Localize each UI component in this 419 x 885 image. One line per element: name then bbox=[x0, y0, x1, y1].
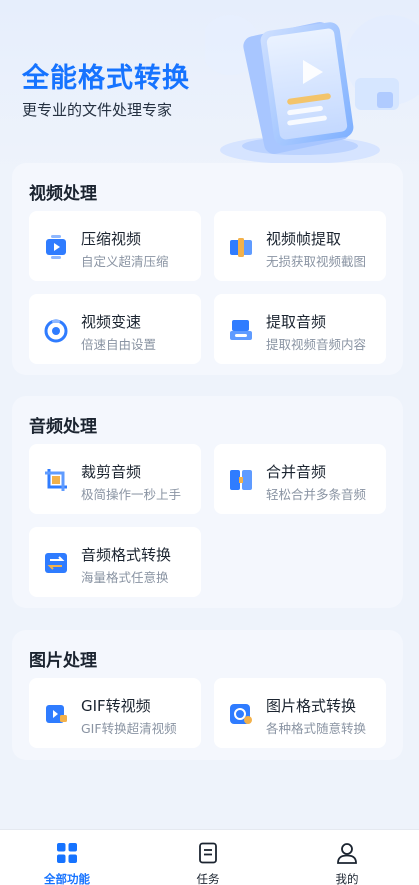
user-icon bbox=[337, 843, 357, 864]
tile-desc: 海量格式任意换 bbox=[81, 570, 169, 585]
tile-name: 裁剪音频 bbox=[81, 463, 142, 481]
task-icon bbox=[199, 842, 217, 864]
tile-desc: 轻松合并多条音频 bbox=[266, 487, 367, 502]
section-title: 图片处理 bbox=[29, 651, 97, 671]
merge-audio-tile[interactable]: 合并音频 轻松合并多条音频 bbox=[214, 444, 386, 514]
grid-icon bbox=[57, 843, 77, 863]
tile-name: 图片格式转换 bbox=[266, 697, 357, 715]
tile-desc: 无损获取视频截图 bbox=[266, 254, 367, 269]
tab-tasks[interactable]: 任务 bbox=[168, 830, 248, 885]
video-frame-icon bbox=[230, 238, 252, 257]
video-speed-tile[interactable]: 视频变速 倍速自由设置 bbox=[29, 294, 201, 364]
extract-audio-icon bbox=[230, 320, 252, 340]
tab-label: 我的 bbox=[335, 872, 359, 885]
tile-desc: 自定义超清压缩 bbox=[81, 254, 169, 269]
tab-all-features[interactable]: 全部功能 bbox=[27, 830, 107, 885]
tile-name: 音频格式转换 bbox=[81, 546, 172, 564]
cut-audio-tile[interactable]: 裁剪音频 极简操作一秒上手 bbox=[29, 444, 201, 514]
tile-name: GIF转视频 bbox=[81, 697, 151, 715]
tile-name: 视频变速 bbox=[81, 313, 142, 331]
hero-banner: 全能格式转换 更专业的文件处理专家 bbox=[0, 0, 419, 175]
phone-illustration bbox=[205, 15, 419, 164]
bottom-tab-bar: 全部功能 任务 我的 bbox=[0, 829, 419, 885]
video-frame-tile[interactable]: 视频帧提取 无损获取视频截图 bbox=[214, 211, 386, 281]
image-section: 图片处理 GIF转视频 GIF转换超清视频 图片格式转换 各种格式随意转换 bbox=[12, 630, 403, 760]
video-section: 视频处理 压缩视频 自定义超清压缩 视频帧提取 无损获取视频截图 视频变速 倍速… bbox=[12, 163, 403, 375]
tab-mine[interactable]: 我的 bbox=[307, 830, 387, 885]
tile-name: 提取音频 bbox=[266, 313, 327, 331]
tab-label: 任务 bbox=[196, 872, 220, 885]
section-title: 视频处理 bbox=[29, 184, 97, 204]
tab-label: 全部功能 bbox=[44, 872, 90, 885]
image-convert-tile[interactable]: 图片格式转换 各种格式随意转换 bbox=[214, 678, 386, 748]
tile-desc: GIF转换超清视频 bbox=[81, 721, 177, 736]
tile-desc: 倍速自由设置 bbox=[81, 337, 157, 352]
audio-merge-icon bbox=[230, 470, 252, 490]
image-convert-icon bbox=[230, 704, 252, 724]
tile-name: 合并音频 bbox=[266, 463, 327, 481]
section-title: 音频处理 bbox=[29, 417, 97, 437]
compress-video-tile[interactable]: 压缩视频 自定义超清压缩 bbox=[29, 211, 201, 281]
video-compress-icon bbox=[46, 235, 66, 259]
tile-name: 视频帧提取 bbox=[266, 230, 342, 248]
tile-desc: 各种格式随意转换 bbox=[266, 721, 367, 736]
video-speed-icon bbox=[44, 319, 68, 343]
tile-name: 压缩视频 bbox=[81, 230, 142, 248]
extract-audio-tile[interactable]: 提取音频 提取视频音频内容 bbox=[214, 294, 386, 364]
tile-desc: 极简操作一秒上手 bbox=[81, 487, 182, 502]
audio-convert-icon bbox=[45, 553, 67, 573]
audio-section: 音频处理 裁剪音频 极简操作一秒上手 合并音频 轻松合并多条音频 音频格式转换 … bbox=[12, 396, 403, 608]
audio-cut-icon bbox=[45, 469, 67, 491]
app-subtitle: 更专业的文件处理专家 bbox=[22, 101, 173, 119]
audio-convert-tile[interactable]: 音频格式转换 海量格式任意换 bbox=[29, 527, 201, 597]
tile-desc: 提取视频音频内容 bbox=[266, 337, 367, 352]
gif-to-video-tile[interactable]: GIF转视频 GIF转换超清视频 bbox=[29, 678, 201, 748]
gif-video-icon bbox=[46, 705, 67, 723]
app-title: 全能格式转换 bbox=[22, 63, 190, 94]
